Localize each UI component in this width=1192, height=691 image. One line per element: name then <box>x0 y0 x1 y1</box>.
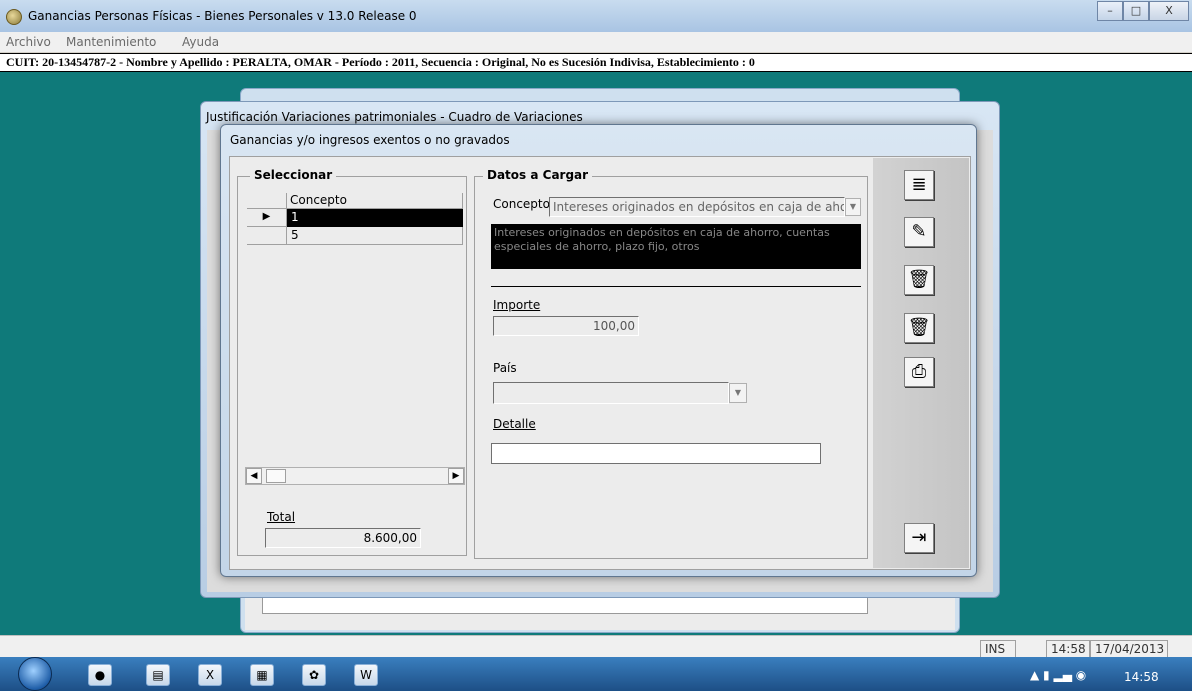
concepto-description: Intereses originados en depósitos en caj… <box>491 224 861 269</box>
datos-label: Datos a Cargar <box>483 168 593 182</box>
tray-icons[interactable]: ▲ ▮ ▂▄ ◉ <box>1030 668 1086 682</box>
menu-bar <box>0 32 1192 52</box>
grid-row[interactable]: 5 <box>287 227 463 245</box>
delete-icon[interactable]: 🗑 <box>904 265 934 295</box>
print-icon[interactable]: ⎙ <box>904 357 934 387</box>
background-window-field <box>262 596 868 614</box>
row-indicator-icon: ▶ <box>247 209 287 227</box>
list-icon[interactable]: ≣ <box>904 170 934 200</box>
concepto-select[interactable]: Intereses originados en depósitos en caj… <box>549 197 845 217</box>
pais-select[interactable] <box>493 382 729 404</box>
scroll-right-icon[interactable]: ▶ <box>448 468 464 484</box>
menu-ayuda[interactable]: Ayuda <box>182 35 219 49</box>
pais-label: País <box>493 361 517 375</box>
minimize-button[interactable]: – <box>1097 1 1123 21</box>
chrome-icon[interactable]: ● <box>88 664 112 686</box>
detalle-field[interactable] <box>491 443 821 464</box>
excel-icon[interactable]: X <box>198 664 222 686</box>
status-time: 14:58 <box>1046 640 1090 658</box>
afip-icon[interactable]: ▦ <box>250 664 274 686</box>
trash-icon[interactable]: 🗑 <box>904 313 934 343</box>
grid-corner <box>247 193 287 209</box>
pais-chevron-down-icon[interactable]: ▼ <box>729 383 747 403</box>
variaciones-window-title: Justificación Variaciones patrimoniales … <box>206 110 583 124</box>
start-button[interactable] <box>18 657 52 691</box>
status-date: 17/04/2013 <box>1090 640 1168 658</box>
importe-label: Importe <box>493 298 541 312</box>
grid-row-header <box>247 227 287 245</box>
detalle-label: Detalle <box>493 417 536 431</box>
app-taskbar-icon[interactable]: ✿ <box>302 664 326 686</box>
menu-mantenimiento[interactable]: Mantenimiento <box>66 35 156 49</box>
scroll-left-icon[interactable]: ◀ <box>246 468 262 484</box>
edit-icon[interactable]: ✎ <box>904 217 934 247</box>
total-field: 8.600,00 <box>265 528 421 548</box>
scroll-thumb[interactable] <box>266 469 286 483</box>
maximize-button[interactable]: □ <box>1123 1 1149 21</box>
separator <box>491 286 861 287</box>
dialog-title: Ganancias y/o ingresos exentos o no grav… <box>230 133 510 147</box>
ins-indicator: INS <box>980 640 1016 658</box>
window-title: Ganancias Personas Físicas - Bienes Pers… <box>28 9 417 23</box>
app-icon <box>6 9 22 25</box>
close-button[interactable]: X <box>1149 1 1189 21</box>
importe-field[interactable]: 100,00 <box>493 316 639 336</box>
grid-row-selected[interactable]: 1 <box>287 209 463 227</box>
menu-archivo[interactable]: Archivo <box>6 35 51 49</box>
total-label: Total <box>267 510 296 524</box>
taxpayer-info-bar: CUIT: 20-13454787-2 - Nombre y Apellido … <box>0 53 1192 72</box>
taskbar <box>0 657 1192 691</box>
exit-icon[interactable]: ⇥ <box>904 523 934 553</box>
seleccionar-label: Seleccionar <box>250 168 337 182</box>
concepto-label: Concepto <box>493 197 550 211</box>
grid-column-header[interactable]: Concepto <box>287 193 463 209</box>
tray-clock[interactable]: 14:58 <box>1124 670 1159 684</box>
folder-icon[interactable]: ▤ <box>146 664 170 686</box>
chevron-down-icon[interactable]: ▼ <box>845 198 861 216</box>
word-icon[interactable]: W <box>354 664 378 686</box>
